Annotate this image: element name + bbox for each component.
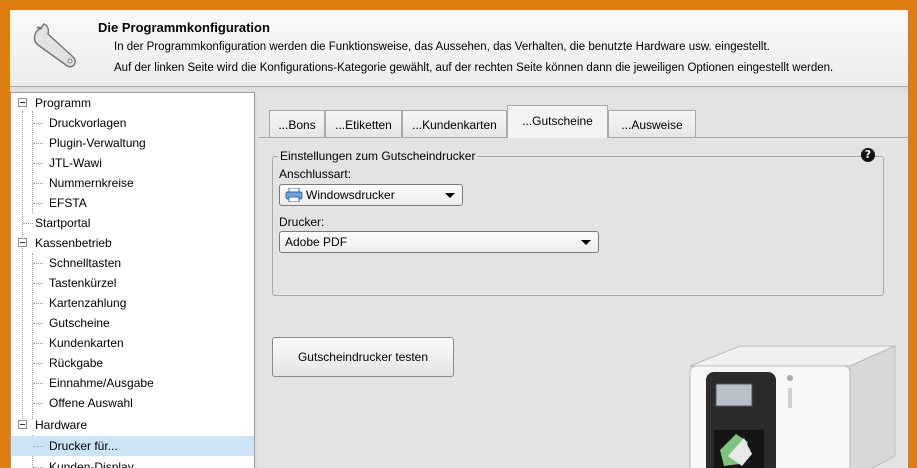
tree-item-efsta[interactable]: EFSTA — [11, 193, 254, 213]
collapse-icon[interactable] — [18, 98, 27, 107]
printer-select[interactable]: Adobe PDF — [279, 231, 599, 253]
tree-item-nummernkreise[interactable]: Nummernkreise — [11, 173, 254, 193]
tab-strip: ...Bons ...Etiketten ...Kundenkarten ...… — [258, 92, 908, 138]
tab-bons[interactable]: ...Bons — [269, 110, 325, 138]
tree-item-gutscheine[interactable]: Gutscheine — [11, 313, 254, 333]
tree-item-offene-auswahl[interactable]: Offene Auswahl — [11, 393, 254, 413]
chevron-down-icon — [445, 193, 455, 198]
tree-item-schnelltasten[interactable]: Schnelltasten — [11, 253, 254, 273]
connection-type-label: Anschlussart: — [279, 167, 352, 181]
page-title: Die Programmkonfiguration — [98, 20, 270, 35]
test-voucher-printer-button[interactable]: Gutscheindrucker testen — [272, 337, 454, 377]
tab-kundenkarten[interactable]: ...Kundenkarten — [402, 110, 507, 138]
tree-item-startportal[interactable]: Startportal — [11, 213, 254, 233]
card-printer-image — [689, 345, 896, 468]
settings-panel: ...Bons ...Etiketten ...Kundenkarten ...… — [258, 92, 908, 468]
group-legend: Einstellungen zum Gutscheindrucker — [278, 149, 478, 163]
program-configuration-window: Die Programmkonfiguration In der Program… — [10, 10, 908, 468]
tree-item-kunden-display[interactable]: Kunden-Display — [11, 457, 254, 468]
collapse-icon[interactable] — [18, 420, 27, 429]
collapse-icon[interactable] — [18, 238, 27, 247]
tab-content-gutscheine: Einstellungen zum Gutscheindrucker ? Ans… — [258, 137, 908, 468]
chevron-down-icon — [581, 240, 591, 245]
connection-type-select[interactable]: Windowsdrucker — [279, 184, 463, 206]
connection-type-value: Windowsdrucker — [306, 188, 395, 202]
tree-item-programm[interactable]: Programm — [11, 93, 254, 113]
printer-label: Drucker: — [279, 215, 325, 229]
help-icon[interactable]: ? — [861, 148, 875, 162]
tree-item-hardware[interactable]: Hardware — [11, 415, 254, 435]
tree-item-einnahme-ausgabe[interactable]: Einnahme/Ausgabe — [11, 373, 254, 393]
header-description-line1: In der Programmkonfiguration werden die … — [114, 41, 770, 53]
printer-icon — [285, 188, 303, 202]
tree-item-kundenkarten[interactable]: Kundenkarten — [11, 333, 254, 353]
tree-item-kartenzahlung[interactable]: Kartenzahlung — [11, 293, 254, 313]
tree-item-tastenkuerzel[interactable]: Tastenkürzel — [11, 273, 254, 293]
voucher-printer-settings-group: Einstellungen zum Gutscheindrucker ? Ans… — [272, 148, 884, 296]
tree-item-kassenbetrieb[interactable]: Kassenbetrieb — [11, 233, 254, 253]
header-description-line2: Auf der linken Seite wird die Konfigurat… — [114, 62, 834, 74]
tab-etiketten[interactable]: ...Etiketten — [325, 110, 402, 138]
tab-ausweise[interactable]: ...Ausweise — [608, 110, 696, 138]
printer-value: Adobe PDF — [285, 235, 348, 249]
header-panel: Die Programmkonfiguration In der Program… — [10, 10, 908, 87]
tab-gutscheine[interactable]: ...Gutscheine — [507, 105, 608, 138]
tree-item-plugin-verwaltung[interactable]: Plugin-Verwaltung — [11, 133, 254, 153]
category-tree[interactable]: Programm Druckvorlagen Plugin-Verwaltung… — [10, 92, 255, 468]
tree-item-druckvorlagen[interactable]: Druckvorlagen — [11, 113, 254, 133]
tree-item-rueckgabe[interactable]: Rückgabe — [11, 353, 254, 373]
tree-item-jtl-wawi[interactable]: JTL-Wawi — [11, 153, 254, 173]
tree-item-drucker-fuer[interactable]: Drucker für... — [11, 436, 254, 456]
wrench-icon — [33, 23, 76, 68]
